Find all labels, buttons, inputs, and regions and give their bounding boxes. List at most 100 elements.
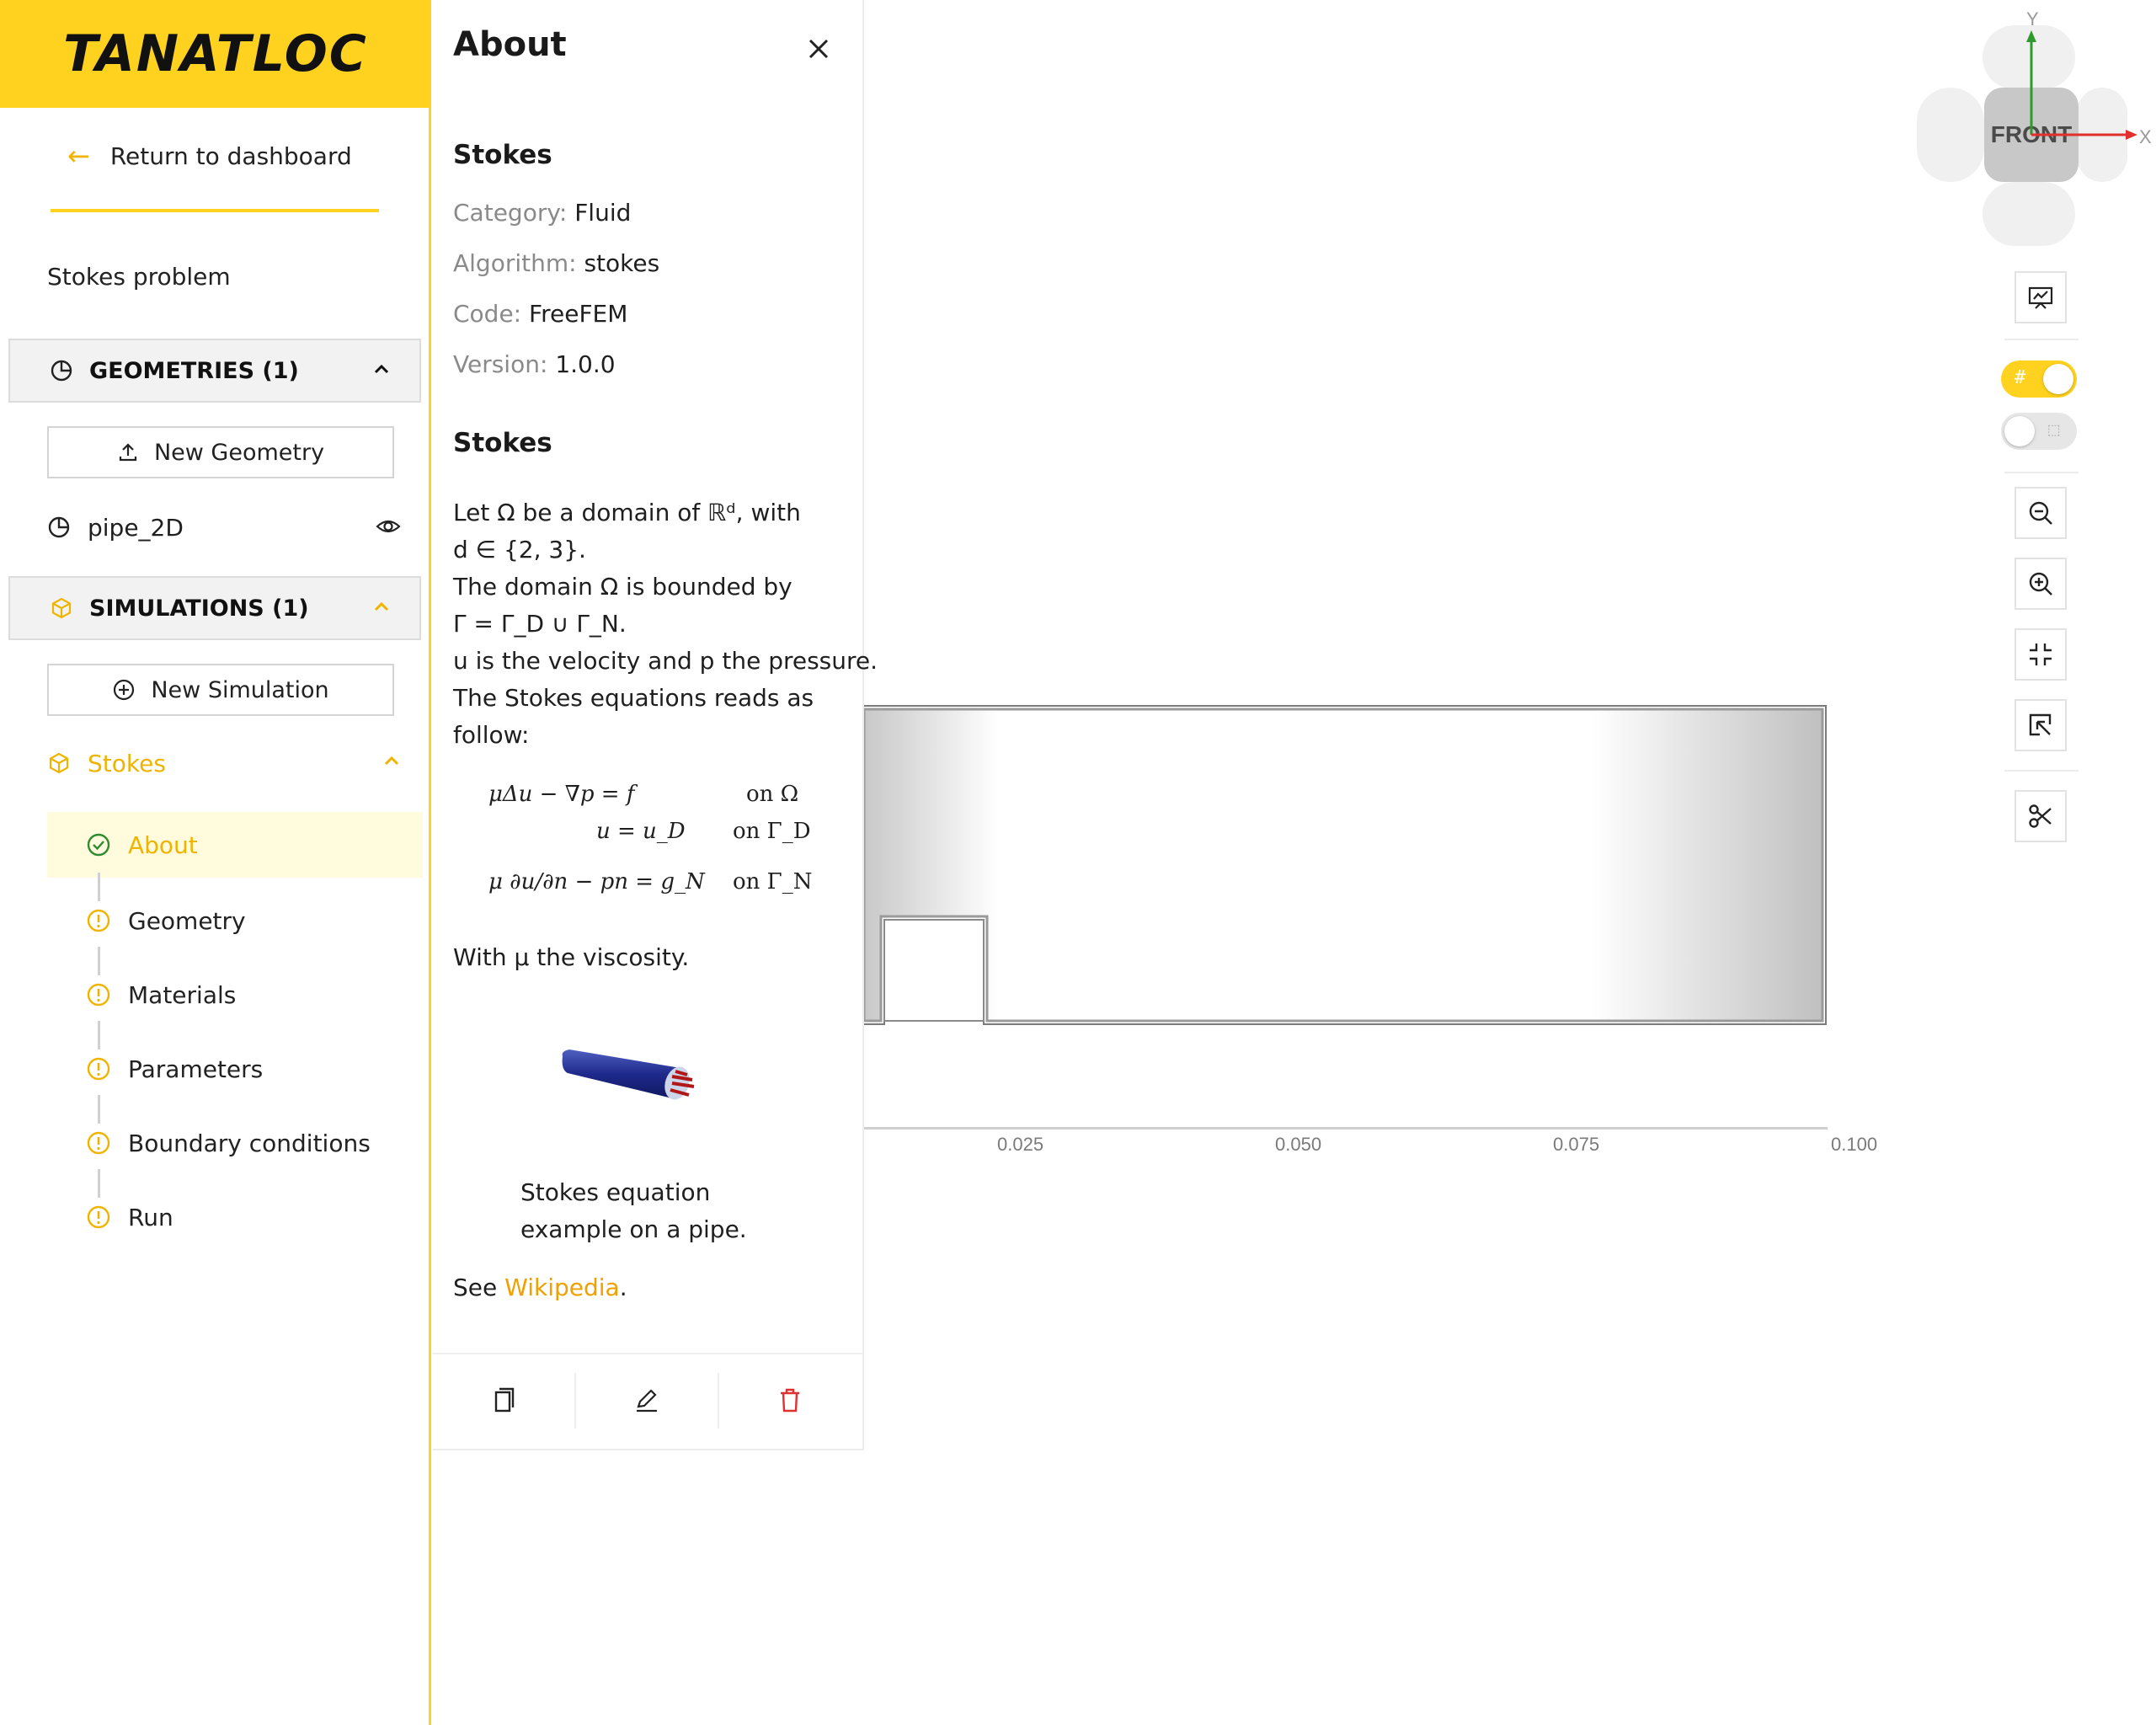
- transparency-toggle[interactable]: ⬚: [2001, 413, 2077, 450]
- algorithm-row: Algorithm: stokes: [453, 249, 659, 277]
- return-to-dashboard-link[interactable]: ← Return to dashboard: [67, 140, 352, 172]
- see-suffix: .: [619, 1274, 627, 1301]
- equation-lhs: u = u_D: [596, 819, 686, 844]
- step-label: Boundary conditions: [128, 1129, 371, 1157]
- footer-separator: [718, 1373, 719, 1429]
- grid-toggle[interactable]: #: [2001, 360, 2077, 398]
- see-line: See Wikipedia.: [453, 1274, 627, 1301]
- geometry-item[interactable]: pipe_2D: [47, 509, 401, 546]
- description-line: The domain Ω is bounded by: [453, 573, 792, 601]
- plus-circle-icon: [112, 678, 136, 702]
- zoom-to-selection-icon: [2026, 711, 2055, 740]
- equation-lhs: μΔu − ∇p = f: [488, 782, 635, 807]
- screenshot-button[interactable]: [2015, 271, 2067, 323]
- description-title: Stokes: [453, 428, 552, 458]
- description-line: d ∈ {2, 3}.: [453, 536, 586, 563]
- simulations-section-header[interactable]: SIMULATIONS (1): [8, 576, 421, 640]
- view-cube[interactable]: FRONT Y X: [1917, 8, 2153, 253]
- warning-circle-icon: [86, 982, 111, 1007]
- pie-chart-icon: [47, 515, 71, 539]
- axis-tick-label: 0.075: [1553, 1134, 1600, 1155]
- equation-rhs: on Ω: [746, 782, 799, 807]
- geometry-item-label: pipe_2D: [88, 513, 184, 542]
- geometries-header-label: GEOMETRIES (1): [89, 357, 299, 384]
- return-label: Return to dashboard: [109, 142, 352, 170]
- pipe-image: [554, 1039, 709, 1117]
- new-geometry-label: New Geometry: [153, 439, 325, 466]
- category-value: Fluid: [574, 199, 632, 227]
- arrow-left-icon: ←: [67, 140, 90, 172]
- panel-footer: [433, 1353, 864, 1449]
- close-icon[interactable]: [800, 30, 837, 67]
- description-line: The Stokes equations reads as: [453, 684, 814, 712]
- step-label: Parameters: [128, 1055, 264, 1083]
- step-geometry[interactable]: Geometry: [47, 888, 423, 953]
- section-cut-icon: [2026, 802, 2055, 830]
- cube-icon: [49, 595, 74, 621]
- new-geometry-button[interactable]: New Geometry: [47, 426, 394, 478]
- step-boundary-conditions[interactable]: Boundary conditions: [47, 1110, 423, 1176]
- logo-bar: TANATLOC: [0, 0, 431, 108]
- viscosity-line: With μ the viscosity.: [453, 943, 690, 971]
- chevron-up-icon: [382, 748, 401, 776]
- zoom-to-selection-button[interactable]: [2015, 699, 2067, 751]
- step-materials[interactable]: Materials: [47, 962, 423, 1028]
- geometries-section-header[interactable]: GEOMETRIES (1): [8, 339, 421, 403]
- simulations-header-label: SIMULATIONS (1): [89, 595, 309, 622]
- step-label: Geometry: [128, 906, 246, 935]
- axis-arrows: [2026, 30, 2137, 140]
- frame-icon: ⬚: [2048, 419, 2060, 441]
- equation-rhs: on Γ_N: [733, 869, 813, 895]
- fit-view-button[interactable]: [2015, 628, 2067, 681]
- step-label: Materials: [128, 980, 237, 1009]
- 3d-viewport[interactable]: 0.025 0.050 0.075 0.100: [864, 0, 2156, 1725]
- eye-icon[interactable]: [376, 514, 401, 545]
- zoom-in-button[interactable]: [2015, 558, 2067, 610]
- pie-chart-icon: [49, 358, 74, 383]
- code-label: Code:: [453, 300, 522, 328]
- category-row: Category: Fluid: [453, 199, 631, 227]
- logo: TANATLOC: [63, 24, 368, 83]
- toolbar-separator: [2004, 339, 2079, 340]
- zoom-out-button[interactable]: [2015, 487, 2067, 539]
- step-label: About: [128, 830, 198, 859]
- section-cut-button[interactable]: [2015, 790, 2067, 842]
- algorithm-value: stokes: [584, 249, 660, 277]
- version-label: Version:: [453, 350, 548, 378]
- version-row: Version: 1.0.0: [453, 350, 616, 378]
- about-panel: About Stokes Category: Fluid Algorithm: …: [433, 0, 878, 1450]
- step-parameters[interactable]: Parameters: [47, 1036, 423, 1102]
- edit-icon[interactable]: [628, 1381, 665, 1418]
- sidebar: TANATLOC ← Return to dashboard Stokes pr…: [0, 0, 431, 1725]
- equation-lhs: μ ∂u/∂n − pn = g_N: [488, 869, 705, 895]
- warning-circle-icon: [86, 1056, 111, 1081]
- zoom-out-icon: [2026, 499, 2055, 527]
- fit-icon: [2026, 640, 2055, 669]
- project-name: Stokes problem: [47, 263, 231, 291]
- description-line: Let Ω be a domain of ℝᵈ, with: [453, 499, 801, 526]
- footer-separator: [574, 1373, 576, 1429]
- code-value: FreeFEM: [529, 300, 628, 328]
- return-underline: [51, 209, 379, 212]
- panel-title: About: [453, 25, 567, 64]
- axis-tick-label: 0.050: [1275, 1134, 1322, 1155]
- check-circle-icon: [86, 832, 111, 857]
- upload-icon: [117, 441, 139, 463]
- toggle-knob: [2004, 416, 2035, 446]
- new-simulation-label: New Simulation: [151, 676, 329, 703]
- wikipedia-link[interactable]: Wikipedia: [504, 1274, 620, 1301]
- step-run[interactable]: Run: [47, 1184, 423, 1250]
- step-about[interactable]: About: [47, 812, 423, 878]
- delete-icon[interactable]: [771, 1381, 808, 1418]
- toolbar-separator: [2004, 770, 2079, 772]
- version-value: 1.0.0: [555, 350, 616, 378]
- algorithm-label: Algorithm:: [453, 249, 577, 277]
- simulation-item-stokes[interactable]: Stokes: [47, 745, 401, 782]
- copy-icon[interactable]: [485, 1381, 522, 1418]
- chevron-up-icon: [372, 359, 391, 384]
- new-simulation-button[interactable]: New Simulation: [47, 664, 394, 716]
- screenshot-icon: [2026, 283, 2055, 312]
- warning-circle-icon: [86, 908, 111, 933]
- grid-icon: #: [2015, 367, 2026, 388]
- x-axis-line: [864, 1127, 1828, 1130]
